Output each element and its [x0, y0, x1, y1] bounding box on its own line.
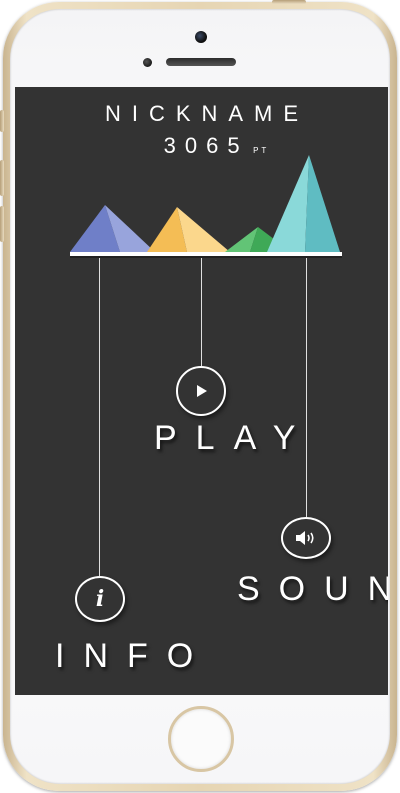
speaker-icon [296, 531, 314, 545]
game-screen: NICKNAME 3065 PT PLAY SOUND [15, 87, 388, 695]
play-label[interactable]: PLAY [154, 419, 314, 458]
earpiece-speaker [166, 58, 236, 66]
sound-button[interactable] [281, 517, 331, 559]
volume-up-button [0, 160, 4, 196]
play-icon [197, 385, 207, 397]
proximity-sensor [143, 58, 152, 67]
sound-label[interactable]: SOUND [237, 570, 388, 609]
front-camera [195, 31, 207, 43]
power-button [272, 0, 306, 4]
mute-switch [0, 110, 4, 132]
info-button[interactable]: i [75, 576, 125, 622]
volume-down-button [0, 206, 4, 242]
info-string-line [99, 258, 100, 576]
info-icon: i [95, 586, 105, 612]
home-button[interactable] [168, 706, 234, 772]
sound-string-line [306, 258, 307, 517]
play-string-line [201, 258, 202, 366]
play-button[interactable] [176, 366, 226, 416]
info-label[interactable]: INFO [55, 637, 212, 676]
